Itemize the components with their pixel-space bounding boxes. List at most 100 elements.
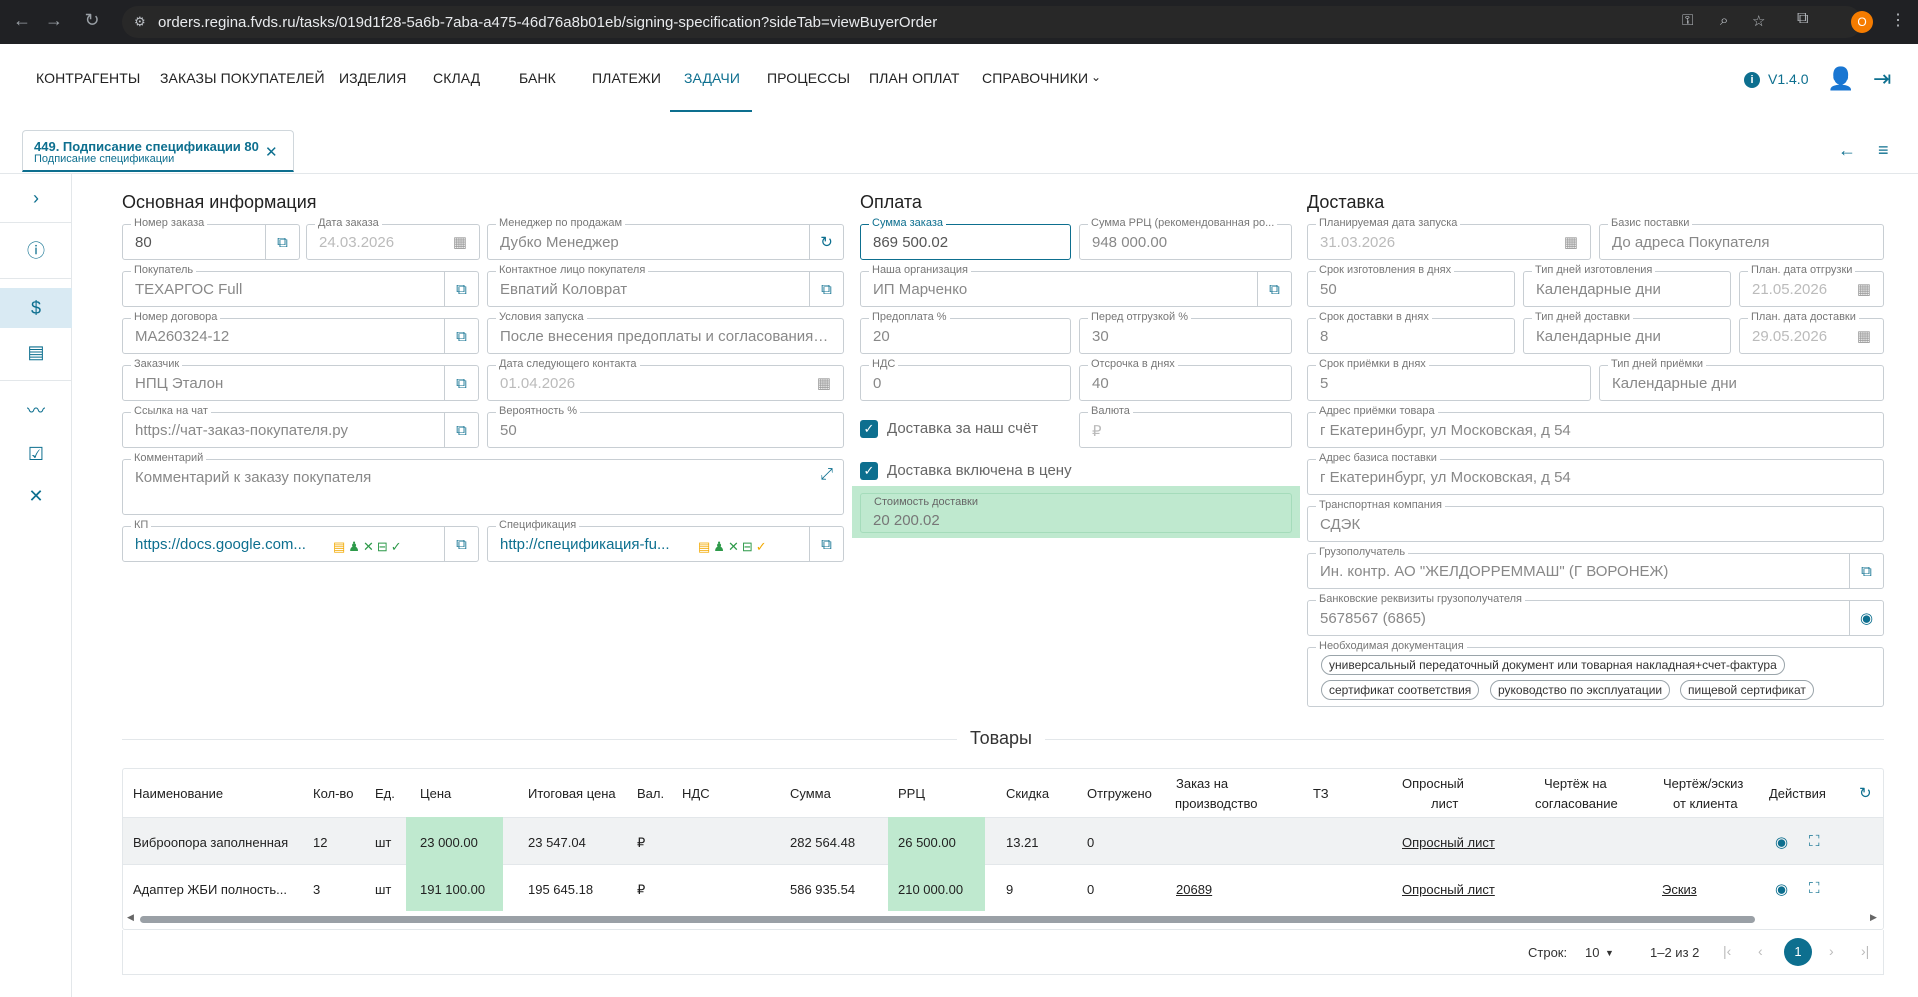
make-days-type-field[interactable]: Тип дней изготовления Календарные дни: [1523, 264, 1731, 307]
col-rrp[interactable]: РРЦ: [898, 786, 925, 801]
col-tz[interactable]: ТЗ: [1313, 786, 1329, 801]
production-order-link[interactable]: 20689: [1176, 882, 1212, 897]
nav-references[interactable]: СПРАВОЧНИКИ: [982, 70, 1088, 86]
comment-field[interactable]: Комментарий Комментарий к заказу покупат…: [122, 452, 844, 515]
col-production-order[interactable]: Заказ на: [1176, 776, 1228, 791]
col-draft-approval[interactable]: Чертёж на: [1544, 776, 1607, 791]
probability-field[interactable]: Вероятность % 50: [487, 405, 844, 448]
doc-chip[interactable]: пищевой сертификат: [1680, 680, 1814, 700]
col-draft-approval-2[interactable]: согласование: [1535, 796, 1618, 811]
nav-kontragenty[interactable]: КОНТРАГЕНТЫ: [36, 70, 140, 86]
current-page[interactable]: 1: [1784, 938, 1812, 966]
buyer-field[interactable]: Покупатель ТЕХАРГОС Full ⧉: [122, 264, 479, 307]
zoom-icon[interactable]: ⌕: [1720, 12, 1728, 29]
before-shipment-field[interactable]: Перед отгрузкой % 30: [1079, 311, 1292, 354]
back-icon[interactable]: ←: [10, 10, 34, 31]
browser-menu-icon[interactable]: ⋮: [1890, 10, 1906, 30]
address-bar[interactable]: ⚙ orders.regina.fvds.ru/tasks/019d1f28-5…: [122, 6, 1862, 38]
nav-buyer-orders[interactable]: ЗАКАЗЫ ПОКУПАТЕЛЕЙ: [160, 70, 325, 86]
col-discount[interactable]: Скидка: [1006, 786, 1049, 801]
open-external-icon[interactable]: ⧉: [1849, 554, 1883, 588]
prev-page-icon[interactable]: ‹: [1758, 943, 1763, 959]
ship-date-field[interactable]: План. дата отгрузки 21.05.2026 ▦: [1739, 264, 1884, 307]
eye-icon[interactable]: ◉: [1775, 833, 1788, 851]
chat-icon[interactable]: ▤: [0, 332, 72, 372]
doc-chip[interactable]: универсальный передаточный документ или …: [1321, 655, 1785, 675]
tab-task-449[interactable]: 449. Подписание спецификации 80 Подписан…: [22, 130, 294, 172]
col-currency[interactable]: Вал.: [637, 786, 664, 801]
nav-products[interactable]: ИЗДЕЛИЯ: [339, 70, 406, 86]
contract-field[interactable]: Номер договора МА260324-12 ⧉: [122, 311, 479, 354]
contact-field[interactable]: Контактное лицо покупателя Евпатий Колов…: [487, 264, 844, 307]
nav-warehouse[interactable]: СКЛАД: [433, 70, 480, 86]
col-name[interactable]: Наименование: [133, 786, 223, 801]
arrow-back-icon[interactable]: ←: [1838, 140, 1856, 161]
nav-payments[interactable]: ПЛАТЕЖИ: [592, 70, 661, 86]
customer-field[interactable]: Заказчик НПЦ Эталон ⧉: [122, 358, 479, 401]
col-total-price[interactable]: Итоговая цена: [528, 786, 616, 801]
profile-avatar[interactable]: O: [1851, 11, 1873, 33]
col-price[interactable]: Цена: [420, 786, 451, 801]
transport-company-field[interactable]: Транспортная компания СДЭК: [1307, 499, 1884, 542]
consignee-field[interactable]: Грузополучатель Ин. контр. АО "ЖЕЛДОРРЕМ…: [1307, 546, 1884, 589]
open-external-icon[interactable]: ⧉: [444, 319, 478, 353]
nav-bank[interactable]: БАНК: [519, 70, 556, 86]
order-sum-field[interactable]: Сумма заказа 869 500.02: [860, 217, 1071, 260]
launch-terms-field[interactable]: Условия запуска После внесения предоплат…: [487, 311, 844, 354]
nav-processes[interactable]: ПРОЦЕССЫ: [767, 70, 850, 86]
order-number-field[interactable]: Номер заказа 80 ⧉: [122, 217, 300, 260]
key-icon[interactable]: ⚿: [1682, 12, 1693, 29]
info-icon[interactable]: i: [1744, 72, 1760, 88]
open-external-icon[interactable]: ⧉: [444, 366, 478, 400]
col-vat[interactable]: НДС: [682, 786, 710, 801]
acceptance-days-field[interactable]: Срок приёмки в днях 5: [1307, 358, 1591, 401]
open-external-icon[interactable]: ⧉: [809, 527, 843, 561]
scan-icon[interactable]: ⛶: [1809, 833, 1820, 850]
acceptance-address-field[interactable]: Адрес приёмки товара г Екатеринбург, ул …: [1307, 405, 1884, 448]
kp-field[interactable]: КП https://docs.google.com... ▤♟✕⊟✓ ⧉: [122, 519, 479, 562]
info-circle-icon[interactable]: ⓘ: [0, 230, 72, 270]
required-docs-field[interactable]: Необходимая документация универсальный п…: [1307, 640, 1884, 707]
horizontal-scrollbar[interactable]: [140, 916, 1755, 923]
acceptance-days-type-field[interactable]: Тип дней приёмки Календарные дни: [1599, 358, 1884, 401]
logout-icon[interactable]: ⇥: [1873, 66, 1891, 92]
col-survey[interactable]: Опросный: [1402, 776, 1464, 791]
delivery-days-field[interactable]: Срок доставки в днях 8: [1307, 311, 1515, 354]
eye-icon[interactable]: ◉: [1849, 601, 1883, 635]
last-page-icon[interactable]: ›|: [1861, 943, 1869, 959]
basis-address-field[interactable]: Адрес базиса поставки г Екатеринбург, ул…: [1307, 452, 1884, 495]
delivery-our-checkbox[interactable]: ✓: [860, 420, 878, 438]
analytics-icon[interactable]: 〰: [0, 390, 72, 430]
bookmark-star-icon[interactable]: ☆: [1752, 12, 1765, 30]
calendar-icon[interactable]: ▦: [1857, 327, 1871, 345]
refresh-icon[interactable]: ↻: [809, 225, 843, 259]
make-days-field[interactable]: Срок изготовления в днях 50: [1307, 264, 1515, 307]
col-survey-2[interactable]: лист: [1431, 796, 1458, 811]
close-icon[interactable]: ✕: [265, 143, 278, 161]
refresh-icon[interactable]: ↻: [1859, 784, 1872, 802]
expand-chevron-icon[interactable]: ›: [0, 178, 72, 218]
col-shipped[interactable]: Отгружено: [1087, 786, 1152, 801]
bank-details-field[interactable]: Банковские реквизиты грузополучателя 567…: [1307, 593, 1884, 636]
col-sum[interactable]: Сумма: [790, 786, 831, 801]
calendar-icon[interactable]: ▦: [1857, 280, 1871, 298]
site-info-icon[interactable]: ⚙: [134, 14, 146, 30]
chevron-down-icon[interactable]: ▼: [1605, 948, 1614, 958]
checklist-icon[interactable]: ☑: [0, 434, 72, 474]
col-unit[interactable]: Ед.: [375, 786, 395, 801]
organization-field[interactable]: Наша организация ИП Марченко ⧉: [860, 264, 1292, 307]
manager-field[interactable]: Менеджер по продажам Дубко Менеджер ↻: [487, 217, 844, 260]
open-external-icon[interactable]: ⧉: [444, 272, 478, 306]
delivery-days-type-field[interactable]: Тип дней доставки Календарные дни: [1523, 311, 1731, 354]
rrp-sum-field[interactable]: Сумма РРЦ (рекомендованная ро... 948 000…: [1079, 217, 1292, 260]
calendar-icon[interactable]: ▦: [817, 374, 831, 392]
currency-field[interactable]: Валюта ₽: [1079, 405, 1292, 448]
scroll-right-icon[interactable]: ▶: [1870, 912, 1877, 923]
delivery-date-field[interactable]: План. дата доставки 29.05.2026 ▦: [1739, 311, 1884, 354]
col-production-order-2[interactable]: производство: [1175, 796, 1257, 811]
doc-chip[interactable]: сертификат соответствия: [1321, 680, 1480, 700]
forward-icon[interactable]: →: [42, 10, 66, 31]
survey-link[interactable]: Опросный лист: [1402, 882, 1495, 897]
nav-tasks[interactable]: ЗАДАЧИ: [684, 70, 740, 86]
reload-icon[interactable]: ↻: [80, 10, 104, 31]
